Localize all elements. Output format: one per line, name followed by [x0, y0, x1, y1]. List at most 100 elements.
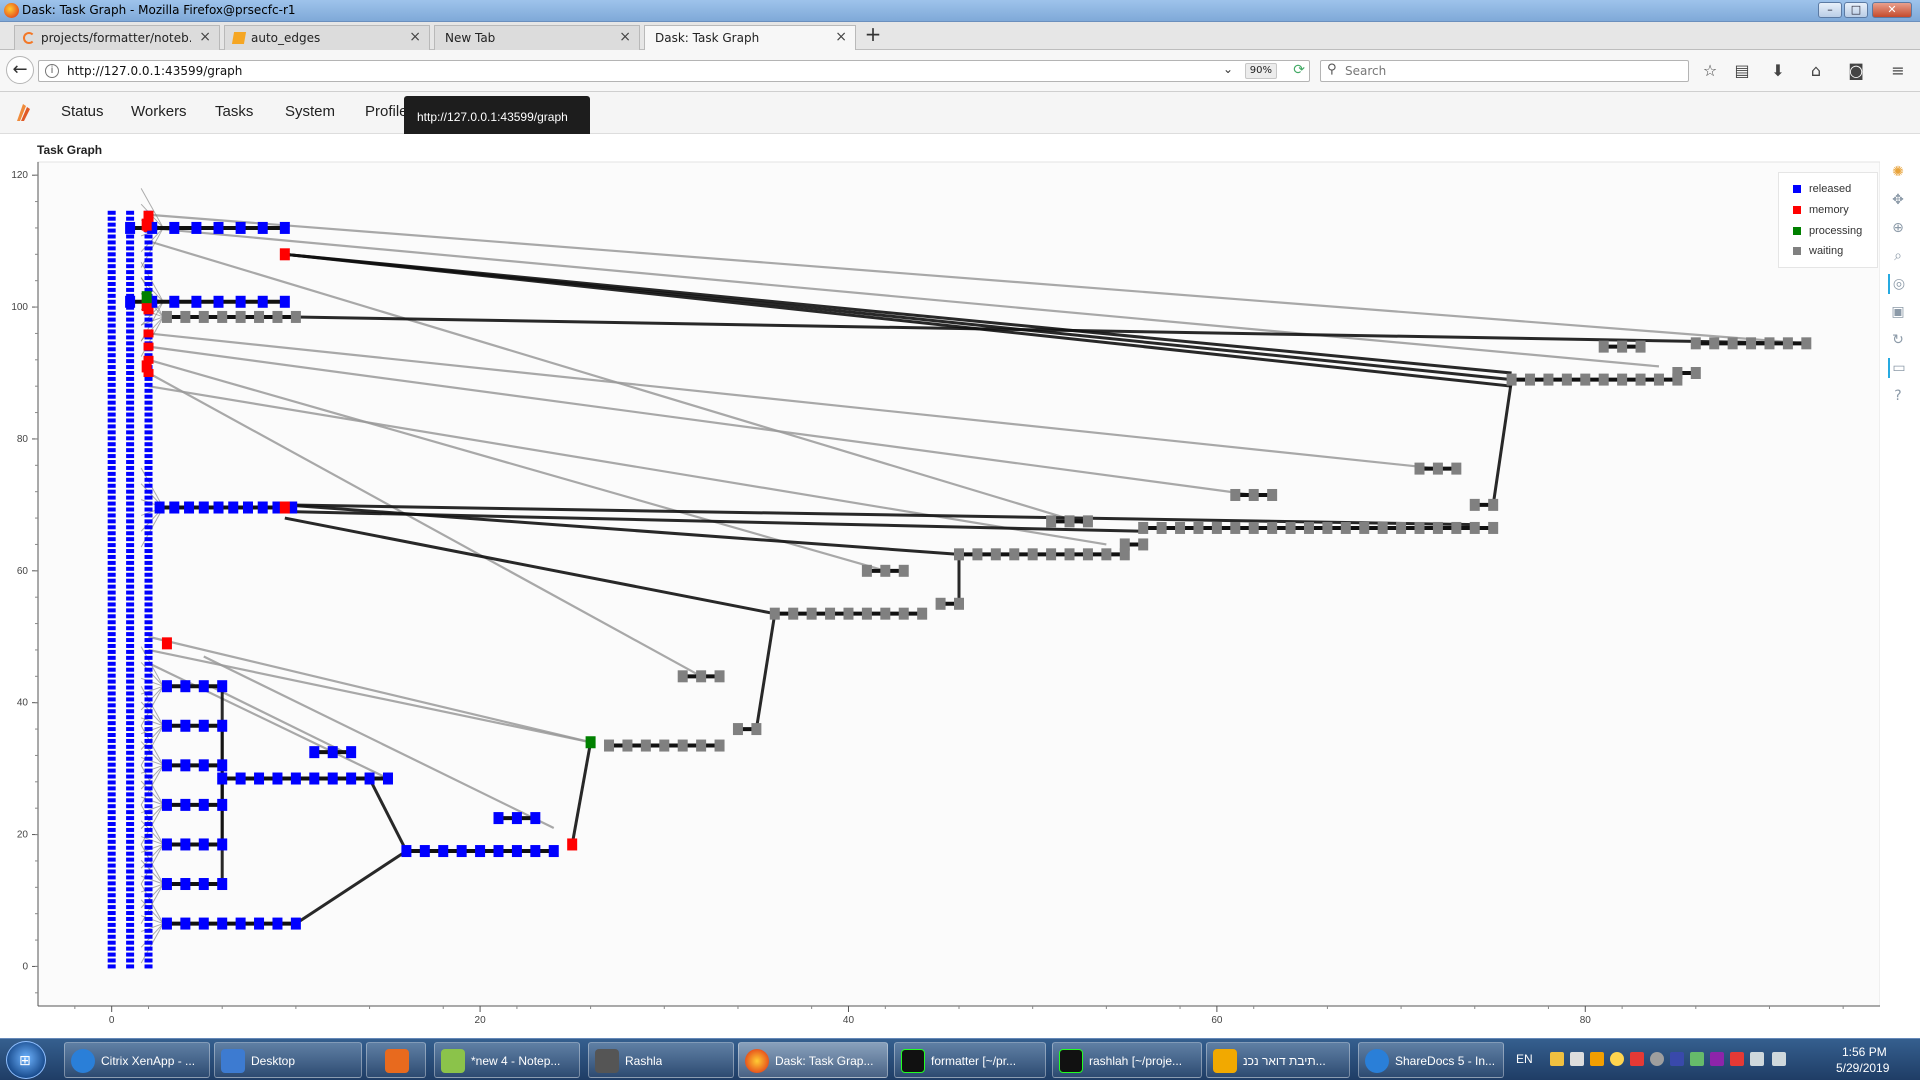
taskbar-item-rashla[interactable]: Rashla: [588, 1042, 734, 1078]
node-released: [126, 240, 135, 245]
close-tab-icon[interactable]: ×: [409, 29, 421, 45]
node-waiting: [272, 310, 283, 323]
node-waiting: [714, 670, 725, 683]
hover-icon[interactable]: ▭: [1888, 358, 1908, 378]
taskbar-item-notepad[interactable]: *new 4 - Notep...: [434, 1042, 580, 1078]
pan-icon[interactable]: ✥: [1888, 190, 1908, 210]
taskbar-item-desktop[interactable]: Desktop: [214, 1042, 362, 1078]
nav-system[interactable]: System: [285, 103, 335, 120]
box-zoom-icon[interactable]: ⊕: [1888, 218, 1908, 238]
download-icon[interactable]: ⬇: [1768, 62, 1788, 82]
reading-list-icon[interactable]: ▤: [1732, 62, 1752, 82]
tray-mail-icon[interactable]: [1550, 1052, 1564, 1066]
tab-auto-edges[interactable]: auto_edges ×: [224, 25, 430, 50]
tap-icon[interactable]: ◎: [1888, 274, 1908, 294]
clock-time[interactable]: 1:56 PM: [1842, 1045, 1887, 1059]
node-released: [144, 899, 153, 904]
tray-flag-icon[interactable]: [1730, 1052, 1744, 1066]
nav-status[interactable]: Status: [61, 103, 104, 120]
nav-workers[interactable]: Workers: [131, 103, 187, 120]
search-input[interactable]: ⚲ Search: [1320, 60, 1689, 82]
notebook-icon: [231, 32, 247, 44]
tray-app-icon[interactable]: [1670, 1052, 1684, 1066]
taskbar-item-pycharm-formatter[interactable]: formatter [~/pr...: [894, 1042, 1046, 1078]
node-released: [144, 602, 153, 607]
nav-tasks[interactable]: Tasks: [215, 103, 253, 120]
tab-dask-task-graph[interactable]: Dask: Task Graph ×: [644, 25, 856, 51]
language-indicator[interactable]: EN: [1516, 1052, 1533, 1066]
tray-app-icon[interactable]: [1570, 1052, 1584, 1066]
x-tick-label: 20: [475, 1015, 487, 1026]
node-waiting: [861, 607, 872, 620]
help-icon[interactable]: ?: [1888, 386, 1908, 406]
taskbar-item-pycharm-rashlah[interactable]: rashlah [~/proje...: [1052, 1042, 1202, 1078]
close-window-button[interactable]: ✕: [1872, 2, 1912, 18]
node-released: [144, 964, 153, 969]
bokeh-logo-icon[interactable]: ✺: [1888, 162, 1908, 182]
node-waiting: [1451, 521, 1462, 534]
minimize-button[interactable]: –: [1818, 2, 1842, 18]
taskbar-item-citrix[interactable]: Citrix XenApp - ...: [64, 1042, 210, 1078]
close-tab-icon[interactable]: ×: [835, 29, 847, 45]
node-waiting: [1322, 521, 1333, 534]
node-released: [107, 655, 116, 660]
bookmark-star-icon[interactable]: ☆: [1700, 62, 1720, 82]
wheel-zoom-icon[interactable]: ⌕: [1888, 246, 1908, 266]
task-graph-plot[interactable]: Task Graph 0 20 40 60 80 0 20 40 60 80 100 120 rele…: [0, 134, 1920, 1038]
save-icon[interactable]: ▣: [1888, 302, 1908, 322]
reset-icon[interactable]: ↻: [1888, 330, 1908, 350]
new-tab-button[interactable]: +: [862, 24, 884, 46]
taskbar-item-media-player[interactable]: [366, 1042, 426, 1078]
node-released: [144, 851, 153, 856]
chevron-down-icon[interactable]: ⌄: [1223, 62, 1233, 76]
legend-label: released: [1809, 183, 1852, 195]
node-released: [126, 578, 135, 583]
search-placeholder: Search: [1345, 64, 1387, 78]
tray-app-icon[interactable]: [1590, 1052, 1604, 1066]
node-released: [107, 661, 116, 666]
close-tab-icon[interactable]: ×: [619, 29, 631, 45]
url-text[interactable]: http://127.0.0.1:43599/graph: [67, 64, 242, 78]
node-waiting: [1359, 521, 1370, 534]
zoom-indicator[interactable]: 90%: [1244, 63, 1277, 79]
taskbar-item-firefox[interactable]: Dask: Task Grap...: [738, 1042, 888, 1078]
reload-icon[interactable]: ⟳: [1293, 62, 1305, 78]
taskbar-item-outlook[interactable]: תיבת דואר נכנ...: [1206, 1042, 1350, 1078]
tray-app-icon[interactable]: [1710, 1052, 1724, 1066]
clock-date[interactable]: 5/29/2019: [1836, 1061, 1889, 1075]
node-waiting: [1635, 373, 1646, 386]
node-waiting: [1580, 373, 1591, 386]
task-graph-canvas[interactable]: 0 20 40 60 80 0 20 40 60 80 100 120: [0, 134, 1880, 1038]
url-bar[interactable]: i http://127.0.0.1:43599/graph ⌄ 90% ⟳: [38, 60, 1310, 82]
tab-jupyter[interactable]: projects/formatter/noteb... ×: [14, 25, 220, 50]
node-waiting: [1267, 488, 1278, 501]
home-icon[interactable]: ⌂: [1806, 62, 1826, 82]
node-released: [107, 798, 116, 803]
volume-icon[interactable]: [1772, 1052, 1786, 1066]
dask-logo-icon[interactable]: [14, 102, 32, 122]
node-released: [126, 887, 135, 892]
node-released: [217, 878, 228, 891]
node-released: [144, 620, 153, 625]
pocket-icon[interactable]: ◙: [1846, 62, 1866, 82]
info-icon[interactable]: i: [45, 64, 59, 78]
node-released: [126, 727, 135, 732]
menu-icon[interactable]: ≡: [1888, 62, 1908, 82]
tab-strip: projects/formatter/noteb... × auto_edges…: [0, 22, 1920, 51]
nav-profile[interactable]: Profile: [365, 103, 408, 120]
tray-app-icon[interactable]: [1650, 1052, 1664, 1066]
taskbar-item-sharedocs[interactable]: ShareDocs 5 - In...: [1358, 1042, 1504, 1078]
node-released: [144, 798, 153, 803]
network-icon[interactable]: [1750, 1052, 1764, 1066]
close-tab-icon[interactable]: ×: [199, 29, 211, 45]
node-released: [126, 489, 135, 494]
tray-app-icon[interactable]: [1630, 1052, 1644, 1066]
node-released: [107, 335, 116, 340]
start-button[interactable]: ⊞: [6, 1041, 46, 1079]
node-released: [144, 560, 153, 565]
maximize-button[interactable]: □: [1844, 2, 1868, 18]
tray-app-icon[interactable]: [1610, 1052, 1624, 1066]
tray-app-icon[interactable]: [1690, 1052, 1704, 1066]
tab-new-tab[interactable]: New Tab ×: [434, 25, 640, 50]
back-button[interactable]: ←: [6, 56, 34, 84]
